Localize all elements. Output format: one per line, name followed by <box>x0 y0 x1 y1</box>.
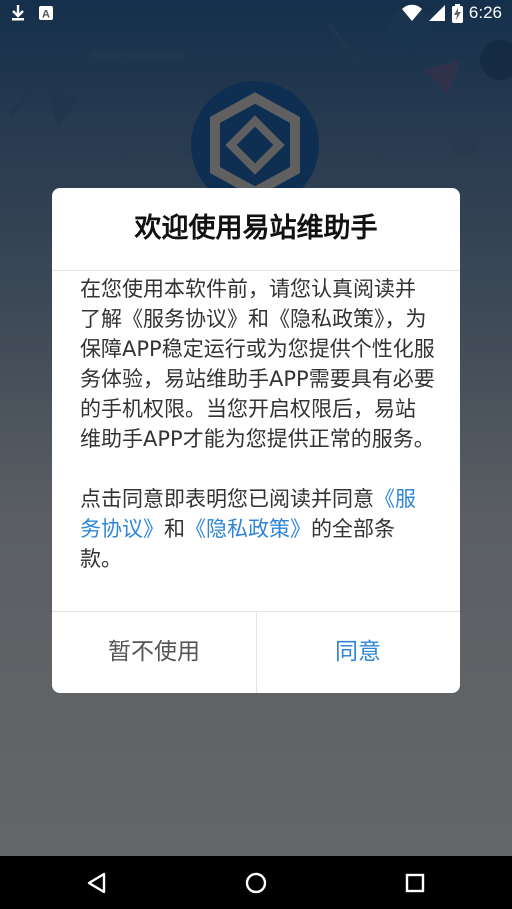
status-bar: A 6:26 <box>0 0 512 28</box>
download-icon <box>12 5 24 21</box>
consent-and-text: 和 <box>164 517 185 541</box>
dialog-consent-text: 点击同意即表明您已阅读并同意《服务协议》和《隐私政策》的全部条款。 <box>80 484 436 574</box>
agree-button[interactable]: 同意 <box>256 612 460 693</box>
signal-icon <box>428 5 445 21</box>
wifi-icon <box>401 4 422 21</box>
back-icon <box>87 872 106 893</box>
home-button[interactable] <box>216 856 296 909</box>
privacy-consent-dialog: 欢迎使用易站维助手 在您使用本软件前，请您认真阅读并了解《服务协议》和《隐私政策… <box>52 188 460 693</box>
navigation-bar <box>0 856 512 909</box>
decline-button[interactable]: 暂不使用 <box>52 612 256 693</box>
recents-button[interactable] <box>375 856 455 909</box>
battery-charging-icon <box>451 3 463 23</box>
status-time: 6:26 <box>468 3 502 22</box>
svg-text:A: A <box>42 9 50 21</box>
text-notification-icon: A <box>39 6 53 21</box>
dialog-intro-text: 在您使用本软件前，请您认真阅读并了解《服务协议》和《隐私政策》，为保障APP稳定… <box>80 277 435 451</box>
dialog-title: 欢迎使用易站维助手 <box>134 213 378 244</box>
home-icon <box>245 872 267 893</box>
dialog-divider <box>52 270 460 271</box>
recents-icon <box>405 873 425 892</box>
dialog-body: 在您使用本软件前，请您认真阅读并了解《服务协议》和《隐私政策》，为保障APP稳定… <box>80 274 436 574</box>
privacy-policy-link[interactable]: 《隐私政策》 <box>185 517 311 541</box>
back-button[interactable] <box>57 856 137 909</box>
consent-prefix-text: 点击同意即表明您已阅读并同意 <box>80 487 374 511</box>
